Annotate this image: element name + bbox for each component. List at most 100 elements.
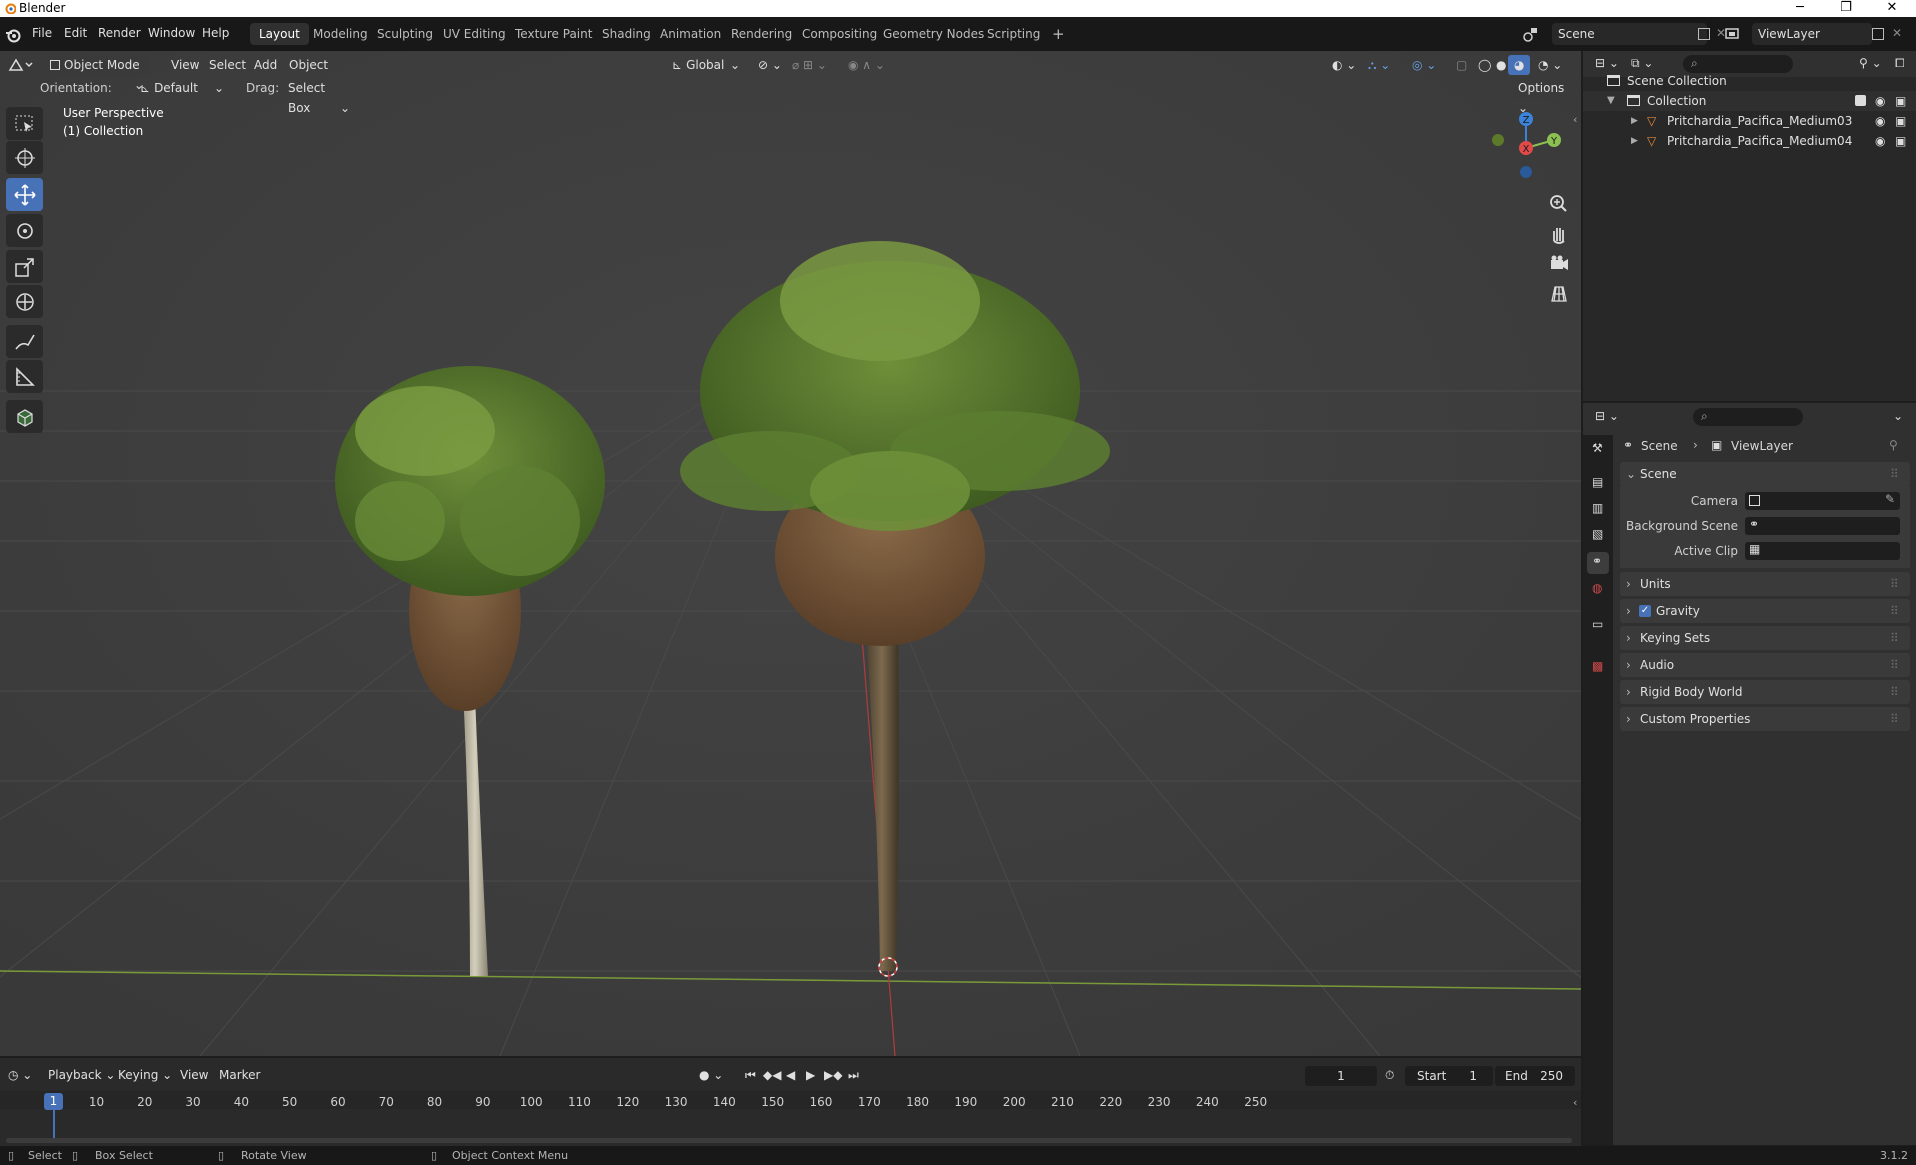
move-tool[interactable] <box>6 178 43 211</box>
drag-handle-icon[interactable]: ⠿ <box>1890 599 1899 623</box>
overlays-toggle-icon[interactable]: ◎ ⌄ <box>1406 55 1442 75</box>
tab-texture[interactable]: ▩ <box>1587 657 1609 679</box>
eye-icon[interactable]: ◉ <box>1875 91 1885 111</box>
tab-compositing[interactable]: Compositing <box>793 23 886 45</box>
pan-view-button[interactable] <box>1546 221 1572 247</box>
view-layer-selector[interactable]: ViewLayer <box>1752 23 1872 45</box>
jump-end-icon[interactable]: ⏭ <box>848 1068 859 1083</box>
drag-handle-icon[interactable]: ⠿ <box>1890 462 1899 486</box>
navigation-gizmo[interactable]: Z Y X <box>1486 105 1566 185</box>
tab-scene[interactable]: ⚭ <box>1587 552 1609 574</box>
current-frame-marker[interactable]: 1 <box>44 1093 63 1110</box>
gravity-panel-header[interactable]: › ✓ Gravity ⠿ <box>1620 599 1910 623</box>
snap-icon[interactable]: ⌀ ⊞ ⌄ <box>786 55 833 75</box>
editor-type-icon[interactable]: ⊟ ⌄ <box>1595 409 1619 423</box>
options-button[interactable]: Options ⌄ <box>1512 78 1574 115</box>
zoom-view-button[interactable] <box>1546 191 1572 217</box>
gizmo-neg-y-axis[interactable] <box>1492 134 1504 146</box>
shading-material-icon[interactable]: ◕ <box>1508 55 1531 75</box>
timeline-scrollbar[interactable] <box>6 1138 1572 1143</box>
render-camera-icon[interactable]: ▣ <box>1895 131 1906 151</box>
audio-panel-header[interactable]: › Audio ⠿ <box>1620 653 1910 677</box>
menu-keying[interactable]: Keying ⌄ <box>118 1068 172 1082</box>
end-frame-field[interactable]: End 250 <box>1495 1066 1575 1086</box>
shading-rendered-icon[interactable]: ◔ ⌄ <box>1532 55 1568 75</box>
units-panel-header[interactable]: › Units ⠿ <box>1620 572 1910 596</box>
scene-selector[interactable]: Scene <box>1552 23 1707 45</box>
rotate-tool[interactable] <box>6 214 43 247</box>
close-button[interactable]: ✕ <box>1872 0 1912 17</box>
tab-shading[interactable]: Shading <box>593 23 660 45</box>
scale-tool[interactable] <box>6 250 43 283</box>
menu-render[interactable]: Render <box>98 26 141 40</box>
transform-tool[interactable] <box>6 285 43 318</box>
outliner-row-scene-collection[interactable]: Scene Collection <box>1583 71 1916 91</box>
new-scene-icon[interactable] <box>1698 28 1710 40</box>
jump-start-icon[interactable]: ⏮ <box>745 1068 756 1083</box>
minimize-button[interactable]: ─ <box>1780 0 1820 17</box>
new-view-layer-icon[interactable] <box>1872 28 1884 40</box>
collapse-sidebar-icon[interactable]: ‹ <box>1573 1096 1577 1109</box>
expand-arrow-icon[interactable]: ▶ <box>1631 111 1638 131</box>
new-collection-icon[interactable]: ⧠ <box>1895 56 1905 71</box>
eye-icon[interactable]: ◉ <box>1875 131 1885 151</box>
cursor-tool[interactable] <box>6 141 43 174</box>
start-frame-field[interactable]: Start 1 <box>1405 1066 1493 1086</box>
drag-selector[interactable]: Select Box ⌄ <box>282 78 356 115</box>
menu-view[interactable]: View <box>165 55 205 75</box>
annotate-tool[interactable] <box>6 325 43 358</box>
properties-search-input[interactable]: ⌕ <box>1693 408 1803 426</box>
render-camera-icon[interactable]: ▣ <box>1895 111 1906 131</box>
custom-properties-panel-header[interactable]: › Custom Properties ⠿ <box>1620 707 1910 731</box>
maximize-button[interactable]: ❐ <box>1826 0 1866 17</box>
selectability-visibility-icon[interactable]: ◐ ⌄ <box>1326 55 1362 75</box>
mode-selector[interactable]: Object Mode ⌄ <box>44 55 150 92</box>
tab-render[interactable]: ▤ <box>1587 473 1609 495</box>
chevron-down-icon[interactable]: ⌄ <box>1893 409 1903 423</box>
drag-handle-icon[interactable]: ⠿ <box>1890 653 1899 677</box>
proportional-edit-icon[interactable]: ◉ ∧ ⌄ <box>842 55 891 75</box>
menu-file[interactable]: File <box>32 26 52 40</box>
tab-layout[interactable]: Layout <box>250 23 309 45</box>
current-frame-field[interactable]: 1 <box>1305 1066 1377 1086</box>
tab-uv-editing[interactable]: UV Editing <box>434 23 515 45</box>
gizmo-neg-z-axis[interactable] <box>1520 166 1532 178</box>
scene-icon[interactable] <box>1522 25 1540 43</box>
filter-icon[interactable]: ⚲ ⌄ <box>1859 56 1882 70</box>
transform-orientation-selector[interactable]: ⊾ Global ⌄ <box>666 55 746 75</box>
editor-type-icon[interactable]: ◷ ⌄ <box>8 1068 32 1082</box>
eyedropper-icon[interactable]: ✎ <box>1885 492 1895 506</box>
tab-geometry-nodes[interactable]: Geometry Nodes <box>874 23 993 45</box>
rigid-body-world-panel-header[interactable]: › Rigid Body World ⠿ <box>1620 680 1910 704</box>
tab-scripting[interactable]: Scripting <box>978 23 1049 45</box>
background-scene-field[interactable]: ⚭ <box>1745 517 1900 535</box>
perspective-toggle-button[interactable] <box>1546 281 1572 307</box>
tab-world[interactable]: ◍ <box>1587 579 1609 601</box>
tab-output[interactable]: ▥ <box>1587 499 1609 521</box>
drag-handle-icon[interactable]: ⠿ <box>1890 626 1899 650</box>
camera-view-button[interactable] <box>1546 251 1572 277</box>
tab-sculpting[interactable]: Sculpting <box>368 23 442 45</box>
drag-handle-icon[interactable]: ⠿ <box>1890 680 1899 704</box>
menu-select[interactable]: Select <box>203 55 252 75</box>
menu-marker[interactable]: Marker <box>219 1068 260 1082</box>
tab-animation[interactable]: Animation <box>651 23 730 45</box>
menu-playback[interactable]: Playback ⌄ <box>48 1068 115 1082</box>
remove-view-layer-icon[interactable]: ✕ <box>1892 26 1902 40</box>
gravity-checkbox[interactable]: ✓ <box>1639 605 1651 617</box>
tab-rendering[interactable]: Rendering <box>722 23 801 45</box>
pin-icon[interactable]: ⚲ <box>1889 438 1898 452</box>
drag-handle-icon[interactable]: ⠿ <box>1890 707 1899 731</box>
add-workspace-button[interactable]: + <box>1043 23 1074 45</box>
3d-viewport[interactable]: Object Mode ⌄ View Select Add Object ⊾ Glo… <box>0 51 1581 1056</box>
jump-keyframe-back-icon[interactable]: ◆◀ <box>763 1068 781 1082</box>
collapse-sidebar-icon[interactable]: ‹ <box>1573 113 1577 126</box>
play-reverse-icon[interactable]: ◀ <box>786 1068 795 1082</box>
drag-handle-icon[interactable]: ⠿ <box>1890 572 1899 596</box>
xray-toggle-icon[interactable]: ▢ <box>1450 55 1473 75</box>
record-button[interactable]: ● ⌄ <box>699 1068 723 1082</box>
menu-window[interactable]: Window <box>148 26 195 40</box>
menu-object[interactable]: Object <box>283 55 334 75</box>
add-cube-tool[interactable] <box>6 400 43 433</box>
outliner-row-collection[interactable]: ▼ Collection ◉ ▣ <box>1583 91 1916 111</box>
